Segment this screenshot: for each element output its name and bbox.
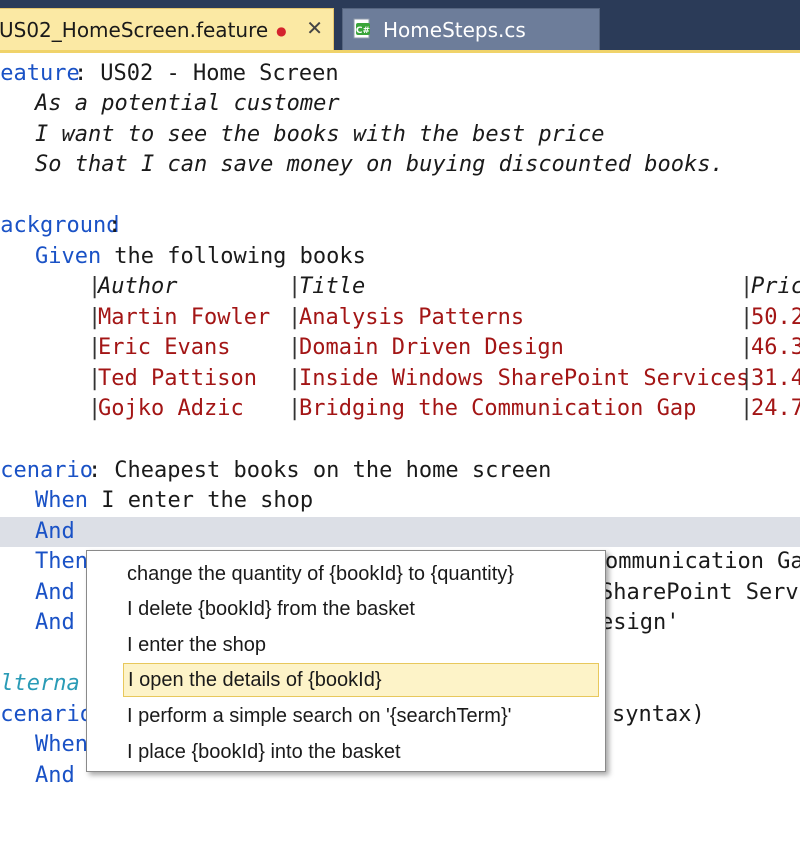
completion-item[interactable]: I place {bookId} into the basket (123, 735, 599, 769)
keyword-when: When (35, 488, 88, 513)
keyword-when: When (35, 732, 88, 757)
editor-line: As a potential customer (0, 89, 800, 119)
table-cell: 31.49 (751, 366, 800, 391)
completion-item[interactable]: I delete {bookId} from the basket (123, 592, 599, 626)
completion-item[interactable]: I enter the shop (123, 628, 599, 662)
step-text: esign' (600, 610, 680, 635)
table-cell: Eric Evans (98, 335, 231, 360)
editor-line: I want to see the books with the best pr… (0, 120, 800, 150)
table-cell: Ted Pattison (98, 366, 257, 391)
completion-list[interactable]: change the quantity of {bookId} to {quan… (86, 550, 606, 772)
document-tab-strip: US02_HomeScreen.feature ● ✕ C# HomeSteps… (0, 0, 800, 50)
editor-line: Background : (0, 211, 800, 241)
keyword-scenario: Scenario (0, 458, 93, 483)
editor-line: Given the following books (0, 242, 800, 272)
editor-line: Scenario : Cheapest books on the home sc… (0, 456, 800, 486)
keyword-given: Given (35, 244, 102, 269)
table-header-row: | Author | Title | Price (0, 272, 800, 302)
keyword-background: Background (0, 213, 120, 238)
editor-line: When I enter the shop (0, 486, 800, 516)
keyword-and: And (35, 519, 75, 544)
table-header-cell: Title (299, 274, 366, 299)
scenario-title: Cheapest books on the home screen (101, 458, 552, 483)
table-cell: 46.34 (751, 335, 800, 360)
table-cell: Analysis Patterns (299, 305, 525, 330)
table-cell: Martin Fowler (98, 305, 271, 330)
csharp-file-icon: C# (353, 18, 370, 39)
step-text: SharePoint Servi (600, 580, 800, 605)
tab-homesteps-cs[interactable]: C# HomeSteps.cs (342, 8, 600, 50)
completion-item[interactable]: change the quantity of {bookId} to {quan… (123, 557, 599, 591)
completion-item-selected[interactable]: I open the details of {bookId} (123, 663, 599, 697)
table-cell: 24.75 (751, 396, 800, 421)
feature-title: US02 - Home Screen (87, 61, 339, 86)
step-text: syntax) (612, 702, 705, 727)
current-line[interactable]: And (0, 517, 800, 547)
step-text: ommunication Gap (605, 549, 800, 574)
table-cell: Gojko Adzic (98, 396, 244, 421)
table-row: | Ted Pattison | Inside Windows SharePoi… (0, 364, 800, 394)
keyword-scenario: Scenario (0, 702, 93, 727)
table-cell: Bridging the Communication Gap (299, 396, 697, 421)
table-row: | Eric Evans | Domain Driven Design | 46… (0, 333, 800, 363)
table-row: | Gojko Adzic | Bridging the Communicati… (0, 394, 800, 424)
keyword-and: And (35, 610, 75, 635)
keyword-then: Then (35, 549, 88, 574)
step-text: the following books (101, 244, 366, 269)
table-cell: Domain Driven Design (299, 335, 564, 360)
story-line: So that I can save money on buying disco… (35, 152, 724, 177)
keyword-and: And (35, 580, 75, 605)
keyword-and: And (35, 763, 75, 788)
story-line: As a potential customer (35, 91, 340, 116)
keyword-feature: Feature (0, 61, 80, 86)
comment-text: alterna (0, 671, 80, 696)
svg-text:C#: C# (356, 26, 370, 36)
tab-label: US02_HomeScreen.feature (0, 17, 269, 42)
story-line: I want to see the books with the best pr… (35, 122, 605, 147)
editor-line: Feature : US02 - Home Screen (0, 59, 800, 89)
table-cell: Inside Windows SharePoint Services (299, 366, 750, 391)
tab-feature-file[interactable]: US02_HomeScreen.feature ● ✕ (0, 8, 334, 50)
table-header-cell: Price (751, 274, 800, 299)
close-icon[interactable]: ✕ (306, 16, 323, 40)
table-row: | Martin Fowler | Analysis Patterns | 50… (0, 303, 800, 333)
tab-label: HomeSteps.cs (383, 17, 526, 42)
modified-indicator-icon: ● (276, 23, 287, 38)
table-header-cell: Author (98, 274, 178, 299)
step-text: I enter the shop (88, 488, 314, 513)
table-cell: 50.20 (751, 305, 800, 330)
completion-item[interactable]: I perform a simple search on '{searchTer… (123, 699, 599, 733)
editor-line: So that I can save money on buying disco… (0, 150, 800, 180)
